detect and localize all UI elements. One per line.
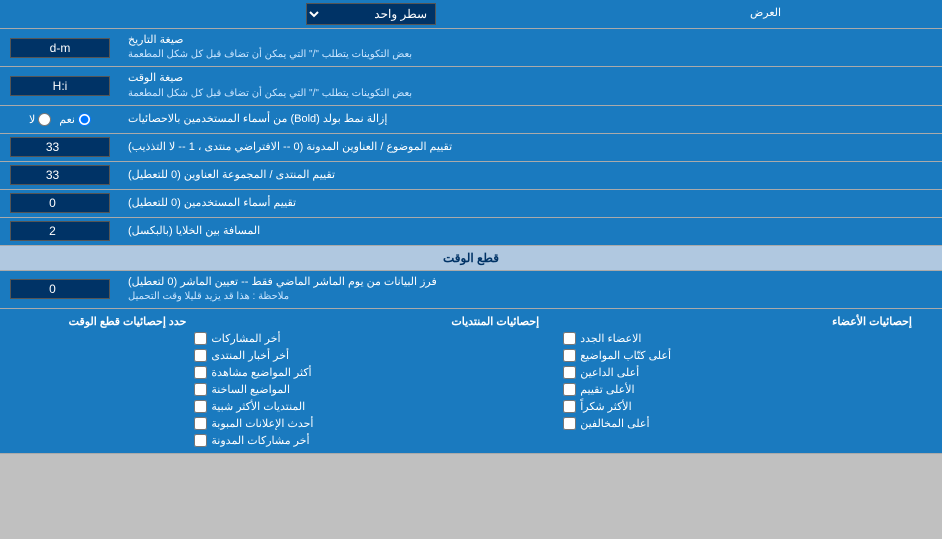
checkbox-top-callers-input[interactable] [563,366,576,379]
cutoff-row: فرز البيانات من يوم الماشر الماضي فقط --… [0,271,942,309]
forum-title-input[interactable] [10,165,110,185]
cutoff-label: فرز البيانات من يوم الماشر الماضي فقط --… [120,271,942,308]
forum-title-input-cell [0,162,120,189]
checkbox-top-violators-input[interactable] [563,417,576,430]
subject-title-row: تقييم الموضوع / العناوين المدونة (0 -- ا… [0,134,942,162]
checkbox-forum-news-input[interactable] [194,349,207,362]
checkbox-top-topics-writers[interactable]: أعلى كتّاب المواضيع [563,349,932,362]
checkbox-blog-posts[interactable]: أخر مشاركات المدونة [194,434,563,447]
bold-usernames-label: إزالة نمط بولد (Bold) من أسماء المستخدمي… [120,106,942,133]
checkbox-top-topics-writers-input[interactable] [563,349,576,362]
space-between-input-cell [0,218,120,245]
username-title-input-cell [0,190,120,217]
checkbox-most-thanks[interactable]: الأكثر شكراً [563,400,932,413]
display-mode-label: العرض [742,0,942,28]
time-format-input[interactable]: H:i [10,76,110,96]
time-format-row: صيغة الوقت بعض التكوينات يتطلب "/" التي … [0,67,942,105]
checkbox-highest-rated[interactable]: الأعلى تقييم [563,383,932,396]
checkbox-most-viewed[interactable]: أكثر المواضيع مشاهدة [194,366,563,379]
cutoff-section-header: قطع الوقت [0,246,942,271]
stats-limit-label: حدد إحصائيات قطع الوقت [10,315,186,328]
date-format-label: صيغة التاريخ بعض التكوينات يتطلب "/" الت… [120,29,942,66]
display-mode-row: العرض سطر واحد عدة أسطر [0,0,942,29]
radio-yes[interactable] [78,113,91,126]
username-title-label: تقييم أسماء المستخدمين (0 للتعطيل) [120,190,942,217]
subject-title-input-cell [0,134,120,161]
date-format-row: صيغة التاريخ بعض التكوينات يتطلب "/" الت… [0,29,942,67]
subject-title-input[interactable] [10,137,110,157]
checkbox-new-members-input[interactable] [563,332,576,345]
col3-header: إحصائيات الأعضاء [559,315,932,328]
checkboxes-headers: إحصائيات الأعضاء إحصائيات المنتديات حدد … [10,315,932,328]
time-format-input-cell: H:i [0,67,120,104]
checkbox-top-violators[interactable]: أعلى المخالفين [563,417,932,430]
checkboxes-section: إحصائيات الأعضاء إحصائيات المنتديات حدد … [0,309,942,454]
checkbox-most-viewed-input[interactable] [194,366,207,379]
checkbox-hot-topics[interactable]: المواضيع الساخنة [194,383,563,396]
bold-usernames-radio-cell: نعم لا [0,106,120,133]
space-between-label: المسافة بين الخلايا (بالبكسل) [120,218,942,245]
checkbox-most-thanks-input[interactable] [563,400,576,413]
cutoff-input[interactable] [10,279,110,299]
checkbox-forum-news[interactable]: أخر أخبار المنتدى [194,349,563,362]
checkbox-most-similar-forums[interactable]: المنتديات الأكثر شبية [194,400,563,413]
checkbox-most-similar-forums-input[interactable] [194,400,207,413]
space-between-input[interactable] [10,221,110,241]
checkboxes-col3 [10,332,194,447]
subject-title-label: تقييم الموضوع / العناوين المدونة (0 -- ا… [120,134,942,161]
forum-title-row: تقييم المنتدى / المجموعة العناوين (0 للت… [0,162,942,190]
checkbox-top-callers[interactable]: أعلى الداعين [563,366,932,379]
checkbox-blog-posts-input[interactable] [194,434,207,447]
checkbox-hot-topics-input[interactable] [194,383,207,396]
checkbox-latest-posts[interactable]: أخر المشاركات [194,332,563,345]
radio-no-label[interactable]: لا [29,113,51,126]
forum-title-label: تقييم المنتدى / المجموعة العناوين (0 للت… [120,162,942,189]
space-between-row: المسافة بين الخلايا (بالبكسل) [0,218,942,246]
display-mode-input-cell: سطر واحد عدة أسطر [0,0,742,28]
radio-no[interactable] [38,113,51,126]
username-title-row: تقييم أسماء المستخدمين (0 للتعطيل) [0,190,942,218]
time-format-label: صيغة الوقت بعض التكوينات يتطلب "/" التي … [120,67,942,104]
radio-yes-label[interactable]: نعم [59,113,91,126]
cutoff-input-cell [0,271,120,308]
display-mode-select[interactable]: سطر واحد عدة أسطر [306,3,436,25]
checkbox-new-members[interactable]: الاعضاء الجدد [563,332,932,345]
col2-header: إحصائيات المنتديات [186,315,559,328]
checkbox-latest-classifieds[interactable]: أحدث الإعلانات المبوبة [194,417,563,430]
checkboxes-col2: أخر المشاركات أخر أخبار المنتدى أكثر الم… [194,332,563,447]
bold-usernames-row: إزالة نمط بولد (Bold) من أسماء المستخدمي… [0,106,942,134]
date-format-input[interactable]: d-m [10,38,110,58]
checkboxes-grid: الاعضاء الجدد أعلى كتّاب المواضيع أعلى ا… [10,332,932,447]
date-format-input-cell: d-m [0,29,120,66]
username-title-input[interactable] [10,193,110,213]
checkbox-highest-rated-input[interactable] [563,383,576,396]
checkbox-latest-classifieds-input[interactable] [194,417,207,430]
main-container: العرض سطر واحد عدة أسطر صيغة التاريخ بعض… [0,0,942,454]
checkbox-latest-posts-input[interactable] [194,332,207,345]
checkboxes-col1: الاعضاء الجدد أعلى كتّاب المواضيع أعلى ا… [563,332,932,447]
